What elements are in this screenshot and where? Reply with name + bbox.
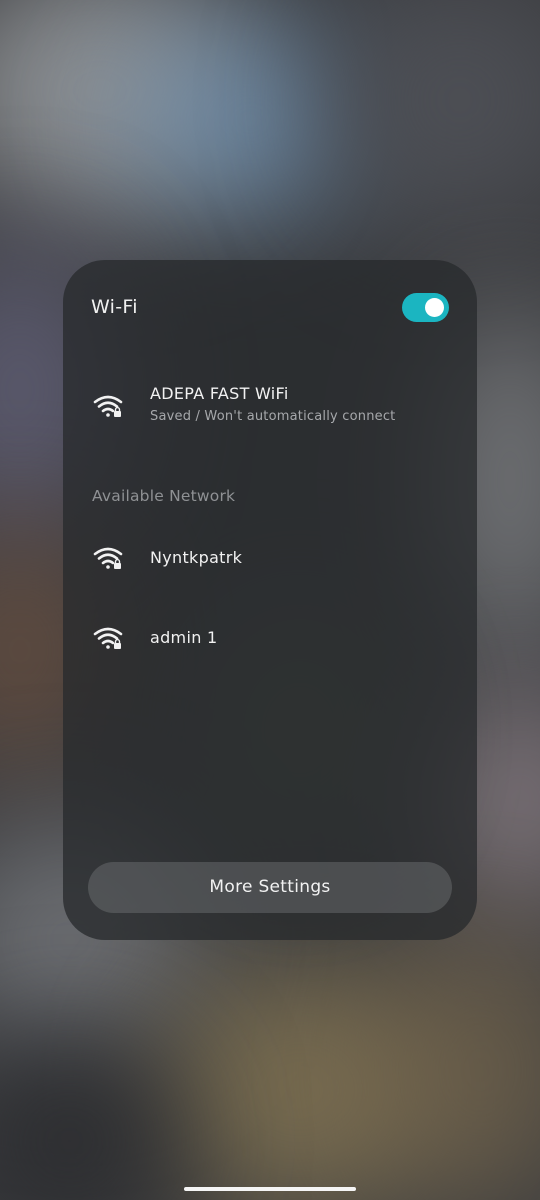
network-status: Saved / Won't automatically connect (150, 409, 396, 424)
network-name: ADEPA FAST WiFi (150, 384, 289, 403)
home-indicator[interactable] (184, 1187, 356, 1191)
wifi-lock-icon (93, 627, 123, 649)
panel-title: Wi-Fi (91, 296, 138, 318)
more-settings-button[interactable]: More Settings (88, 862, 452, 913)
wifi-quick-panel-screen: Wi-Fi ADEPA FAST WiFi Saved / Won't auto… (0, 0, 540, 1200)
network-item[interactable]: admin 1 (63, 618, 477, 658)
wifi-lock-icon (93, 547, 123, 569)
wifi-panel: Wi-Fi ADEPA FAST WiFi Saved / Won't auto… (63, 260, 477, 940)
network-name: Nyntkpatrk (150, 548, 243, 567)
saved-network-item[interactable]: ADEPA FAST WiFi Saved / Won't automatica… (63, 378, 477, 438)
toggle-knob (425, 298, 444, 317)
available-network-label: Available Network (92, 487, 236, 505)
background-blob (330, 0, 540, 230)
wifi-toggle[interactable] (402, 293, 449, 322)
network-name: admin 1 (150, 628, 218, 647)
background-blob (360, 920, 540, 1200)
network-item[interactable]: Nyntkpatrk (63, 538, 477, 578)
wifi-lock-icon (93, 395, 123, 417)
